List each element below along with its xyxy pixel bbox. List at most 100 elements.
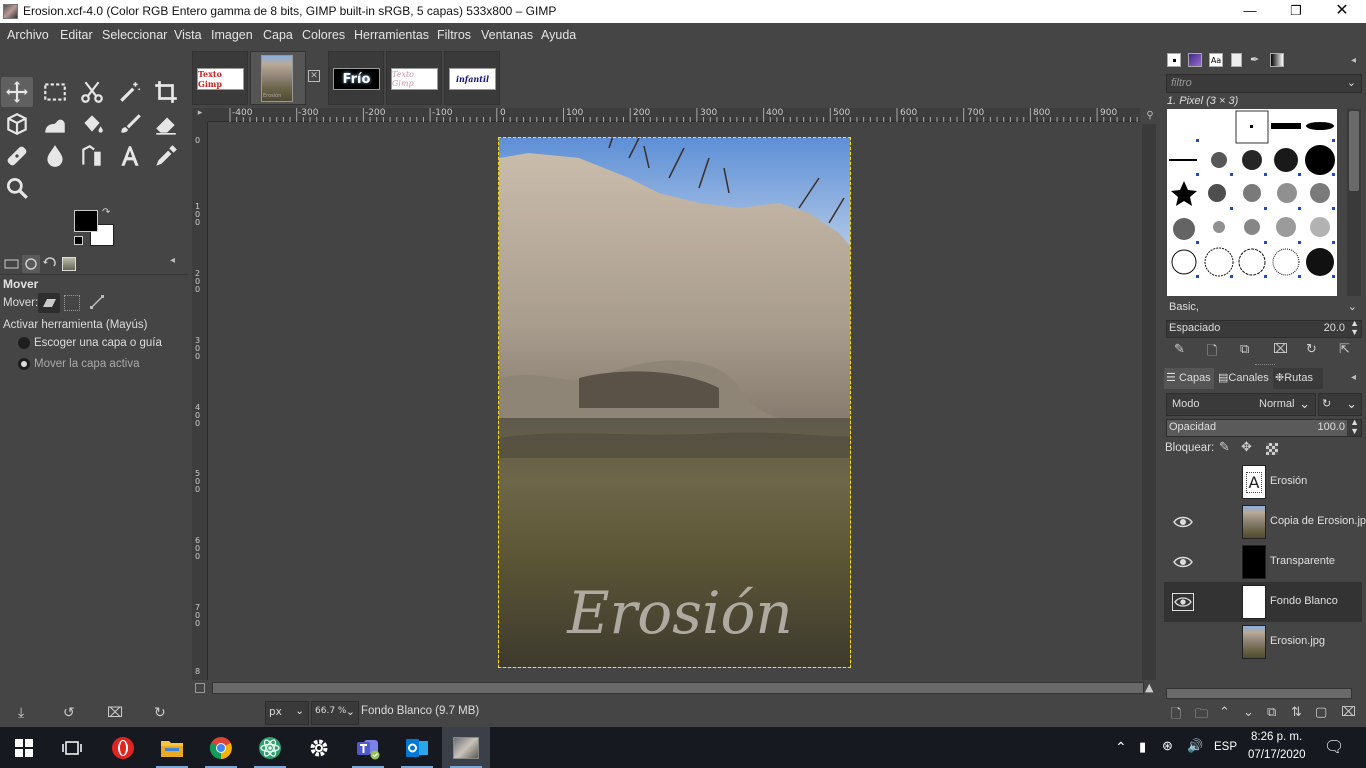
atom-icon[interactable] — [246, 727, 294, 768]
menu-herramientas[interactable]: Herramientas — [354, 28, 429, 42]
ruler-corner-icon[interactable]: ▸ — [192, 108, 208, 122]
eye-icon[interactable] — [1172, 513, 1194, 531]
zoom-select[interactable]: 66.7 % ⌄ — [311, 701, 359, 725]
notifications-icon[interactable]: 🗨 — [1324, 737, 1344, 757]
raise-layer-icon[interactable]: ⌃ — [1219, 705, 1230, 720]
new-layer-icon[interactable]: 🗋 — [1171, 705, 1181, 727]
heal-icon[interactable] — [1, 141, 33, 171]
image-tab-erosion[interactable]: Erosión — [250, 51, 306, 105]
tab-paths[interactable]: ❉Rutas — [1273, 368, 1323, 389]
brush-grid[interactable] — [1167, 109, 1337, 296]
eye-icon[interactable] — [1172, 593, 1194, 611]
undo-history-tab-icon[interactable] — [41, 255, 59, 273]
clock-date[interactable]: 07/17/2020 — [1248, 749, 1306, 761]
duplicate-layer-icon[interactable]: ⧉ — [1267, 705, 1276, 720]
tab-layers[interactable]: ☰ Capas — [1164, 368, 1214, 389]
delete-layer-icon[interactable]: ⌧ — [1341, 705, 1356, 720]
layer-row[interactable]: Erosion.jpg — [1164, 622, 1362, 662]
reset-options-icon[interactable]: ↻ — [154, 705, 166, 721]
clock-time[interactable]: 8:26 p. m. — [1251, 731, 1302, 743]
reset-colors-icon[interactable] — [74, 236, 83, 245]
horizontal-scrollbar[interactable] — [212, 682, 1144, 694]
delete-brush-icon[interactable]: ⌧ — [1273, 342, 1288, 357]
language-indicator[interactable]: ESP — [1214, 741, 1237, 753]
spinner-icon[interactable]: ▲ ▼ — [1350, 319, 1359, 337]
document-tab-icon[interactable] — [1231, 53, 1242, 67]
paths-icon[interactable] — [76, 141, 108, 171]
image-canvas[interactable]: Erosión — [498, 137, 851, 668]
move-layer-mode-icon[interactable] — [38, 293, 60, 313]
tab-channels[interactable]: ▤Canales — [1216, 368, 1272, 389]
chrome-icon[interactable] — [197, 727, 245, 768]
gimp-icon[interactable] — [442, 727, 490, 768]
horizontal-ruler[interactable]: -400 -300 -200 -100 0 100 200 300 400 50… — [208, 108, 1140, 122]
close-icon[interactable]: ✕ — [1319, 0, 1365, 23]
warp-transform-icon[interactable] — [39, 109, 71, 139]
eye-icon[interactable] — [1172, 553, 1194, 571]
navigate-icon[interactable]: ⚲ — [1143, 110, 1157, 124]
text-tool-icon[interactable] — [114, 141, 146, 171]
radio-move-active-layer[interactable] — [18, 358, 30, 370]
device-status-tab-icon[interactable] — [22, 255, 40, 273]
restore-options-icon[interactable]: ↺ — [63, 705, 75, 721]
task-view-icon[interactable] — [48, 727, 96, 768]
menu-filtros[interactable]: Filtros — [437, 28, 471, 42]
option-pick-layer-label[interactable]: Escoger una capa o guía — [34, 337, 162, 349]
layer-name[interactable]: Erosion.jpg — [1270, 635, 1325, 647]
foreground-color-swatch[interactable] — [74, 210, 98, 232]
vertical-scrollbar[interactable] — [1142, 124, 1156, 680]
layers-hscrollbar[interactable] — [1166, 688, 1352, 699]
dock-menu-icon[interactable]: ◂ — [1351, 55, 1356, 66]
menu-ventanas[interactable]: Ventanas — [481, 28, 533, 42]
lock-pixels-icon[interactable]: ✎ — [1219, 440, 1230, 455]
unit-select[interactable]: px ⌄ — [265, 701, 309, 725]
add-mask-icon[interactable]: ▢ — [1315, 705, 1327, 720]
opera-icon[interactable] — [99, 727, 147, 768]
menu-vista[interactable]: Vista — [174, 28, 202, 42]
smudge-icon[interactable] — [39, 141, 71, 171]
brush-filter-input[interactable]: filtro ⌄ — [1166, 74, 1362, 93]
layer-name[interactable]: Erosión — [1270, 475, 1307, 487]
images-tab-icon[interactable] — [60, 255, 78, 273]
move-path-mode-icon[interactable] — [88, 293, 106, 311]
option-move-active-label[interactable]: Mover la capa activa — [34, 358, 139, 370]
wifi-icon[interactable]: ⊛ — [1162, 738, 1173, 754]
layer-mode-select[interactable]: Modo Normal ⌄ — [1166, 393, 1316, 416]
patterns-tab-icon[interactable] — [1188, 53, 1202, 67]
dock-menu-icon[interactable]: ◂ — [170, 255, 188, 273]
teams-icon[interactable] — [344, 727, 392, 768]
composite-mode-select[interactable]: ↻ ⌄ — [1318, 393, 1362, 416]
quick-mask-icon[interactable] — [195, 683, 205, 693]
lower-layer-icon[interactable]: ⌄ — [1243, 705, 1254, 720]
tool-options-tab-icon[interactable] — [3, 255, 21, 273]
merge-down-icon[interactable]: ⇅ — [1291, 705, 1302, 720]
new-layer-group-icon[interactable]: 🗀 — [1195, 705, 1208, 727]
menu-capa[interactable]: Capa — [263, 28, 293, 42]
save-options-icon[interactable]: ⤓ — [18, 705, 24, 721]
volume-icon[interactable]: 🔊 — [1187, 738, 1203, 754]
new-brush-icon[interactable]: 🗋 — [1207, 342, 1217, 364]
menu-editar[interactable]: Editar — [60, 28, 93, 42]
layer-name[interactable]: Fondo Blanco — [1270, 595, 1338, 607]
dock-separator[interactable] — [1255, 364, 1275, 367]
refresh-brushes-icon[interactable]: ↻ — [1306, 342, 1317, 357]
crop-icon[interactable] — [150, 77, 182, 107]
dock-menu-icon[interactable]: ◂ — [1351, 372, 1356, 383]
move-selection-mode-icon[interactable] — [64, 295, 80, 311]
radio-pick-layer[interactable] — [18, 337, 30, 349]
chevron-up-icon[interactable]: ⌃ — [1115, 739, 1127, 756]
image-tab-infantil[interactable]: infantil — [444, 51, 500, 105]
lock-alpha-icon[interactable] — [1266, 443, 1278, 455]
paint-dynamics-tab-icon[interactable]: ✒ — [1250, 53, 1264, 67]
brush-grid-scrollbar[interactable] — [1347, 109, 1361, 296]
image-tab-texto-gimp-2[interactable]: Texto Gimp — [386, 51, 442, 105]
image-tab-texto-gimp[interactable]: Texto Gimp — [192, 51, 248, 105]
menu-archivo[interactable]: Archivo — [7, 28, 49, 42]
edit-brush-icon[interactable]: ✎ — [1174, 342, 1185, 357]
eraser-icon[interactable] — [150, 109, 182, 139]
paintbrush-icon[interactable] — [114, 109, 146, 139]
spacing-slider[interactable]: Espaciado 20.0 ▲ ▼ — [1166, 319, 1362, 338]
menu-imagen[interactable]: Imagen — [211, 28, 253, 42]
image-tab-frio[interactable]: Frío — [328, 51, 384, 105]
layers-list[interactable]: A Erosión Copia de Erosion.jpg Transpare… — [1164, 462, 1366, 662]
